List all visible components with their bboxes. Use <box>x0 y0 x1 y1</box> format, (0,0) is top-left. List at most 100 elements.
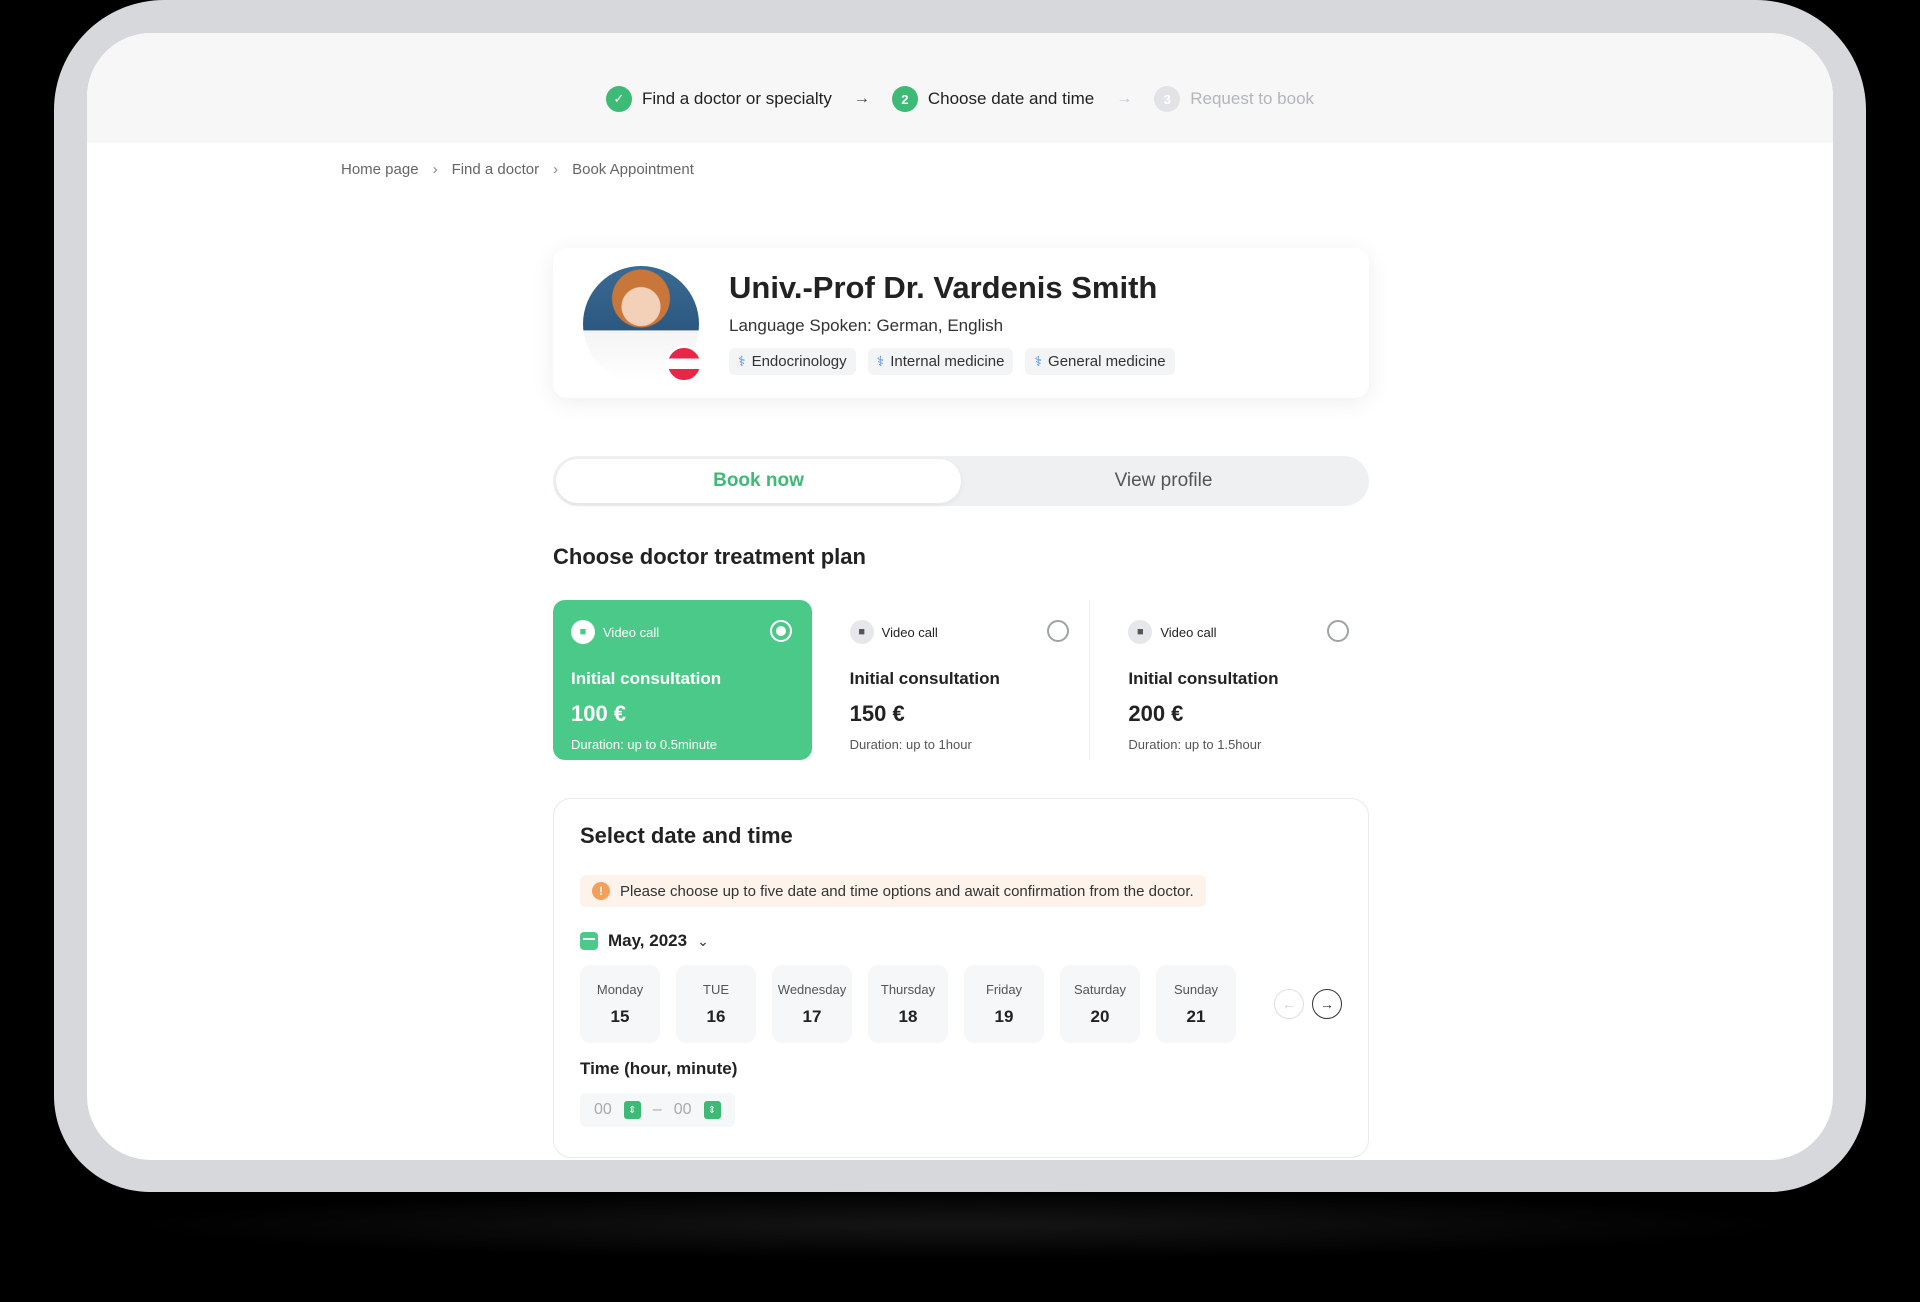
plan-type-label: Video call <box>1160 624 1217 640</box>
time-start-value[interactable]: 00 <box>594 1101 612 1119</box>
arrow-left-icon[interactable]: ← <box>1274 989 1304 1019</box>
arrow-right-icon[interactable]: → <box>1312 989 1342 1019</box>
day-label: Monday <box>596 981 644 997</box>
notice-text: Please choose up to five date and time o… <box>620 882 1194 900</box>
plan-name: Initial consultation <box>1128 669 1279 688</box>
step-number: 3 <box>1154 86 1181 112</box>
day-option-16[interactable]: TUE 16 <box>676 965 756 1043</box>
check-icon: ✓ <box>605 86 632 112</box>
plan-type: ■ Video call <box>571 620 794 644</box>
video-camera-icon: ■ <box>849 620 874 644</box>
month-label: May, 2023 <box>608 931 688 950</box>
plan-price: 200 € <box>1128 701 1184 726</box>
step-number: 2 <box>891 86 918 112</box>
day-number: 19 <box>994 1006 1014 1026</box>
step-label: Choose date and time <box>927 89 1095 108</box>
treatment-plan-title: Choose doctor treatment plan <box>553 544 866 569</box>
breadcrumb-current: Book Appointment <box>572 161 694 178</box>
day-option-20[interactable]: Saturday 20 <box>1060 965 1140 1043</box>
step-request-book[interactable]: 3 Request to book <box>1154 86 1314 112</box>
tag-label: Internal medicine <box>890 353 1005 370</box>
specialty-tags: ⚕ Endocrinology ⚕ Internal medicine ⚕ Ge… <box>729 348 1175 375</box>
plan-duration: Duration: up to 1hour <box>849 737 972 752</box>
month-selector[interactable]: May, 2023 ⌄ <box>580 931 1342 951</box>
doctor-name: Univ.-Prof Dr. Vardenis Smith <box>729 270 1158 305</box>
plan-type: ■ Video call <box>1128 620 1351 644</box>
stethoscope-icon: ⚕ <box>1034 353 1043 369</box>
tab-view-profile[interactable]: View profile <box>961 459 1366 503</box>
main-content: Univ.-Prof Dr. Vardenis Smith Language S… <box>553 248 1370 1158</box>
day-number: 20 <box>1090 1006 1110 1026</box>
week-navigation: ← → <box>1274 989 1342 1019</box>
time-separator: – <box>652 1101 662 1118</box>
specialty-tag: ⚕ Endocrinology <box>729 348 856 375</box>
plan-duration: Duration: up to 0.5minute <box>571 737 717 752</box>
arrow-right-icon: → <box>853 90 870 107</box>
stethoscope-icon: ⚕ <box>738 353 746 369</box>
app-screen: ✓ Find a doctor or specialty → 2 Choose … <box>87 33 1833 1160</box>
video-camera-icon: ■ <box>571 620 595 644</box>
plan-type: ■ Video call <box>849 620 1072 644</box>
chevron-right-icon: › <box>553 161 559 178</box>
day-option-19[interactable]: Friday 19 <box>964 965 1044 1043</box>
time-start-stepper-icon[interactable]: ⇕ <box>623 1101 641 1119</box>
datetime-title: Select date and time <box>580 823 793 848</box>
plan-name: Initial consultation <box>849 669 1000 688</box>
profile-tabs: Book now View profile <box>553 456 1369 506</box>
tag-label: General medicine <box>1048 353 1166 370</box>
day-number: 21 <box>1186 1006 1206 1026</box>
device-frame: ✓ Find a doctor or specialty → 2 Choose … <box>54 0 1866 1192</box>
day-number: 16 <box>706 1006 726 1026</box>
day-option-15[interactable]: Monday 15 <box>580 965 660 1043</box>
day-label: Wednesday <box>777 981 847 997</box>
day-label: Sunday <box>1173 981 1219 997</box>
plan-price: 100 € <box>571 701 627 726</box>
plan-card-100[interactable]: ■ Video call Initial consultation 100 € … <box>553 600 812 760</box>
breadcrumb: Home page › Find a doctor › Book Appoint… <box>341 161 694 178</box>
day-number: 18 <box>898 1006 918 1026</box>
time-range-input: 00 ⇕ – 00 ⇕ <box>580 1093 735 1127</box>
tab-book-now[interactable]: Book now <box>556 459 961 503</box>
day-label: Thursday <box>880 981 936 997</box>
arrow-right-icon: → <box>1116 90 1133 107</box>
day-option-18[interactable]: Thursday 18 <box>868 965 948 1043</box>
day-label: TUE <box>703 981 729 997</box>
doctor-card: Univ.-Prof Dr. Vardenis Smith Language S… <box>553 248 1369 398</box>
day-picker: Monday 15 TUE 16 Wednesday 17 Thursday 1… <box>580 965 1342 1043</box>
device-shadow <box>120 1190 1800 1260</box>
step-label: Request to book <box>1190 89 1315 108</box>
day-option-17[interactable]: Wednesday 17 <box>772 965 852 1043</box>
day-option-21[interactable]: Sunday 21 <box>1156 965 1236 1043</box>
datetime-card: Select date and time ! Please choose up … <box>553 798 1369 1158</box>
treatment-plans: ■ Video call Initial consultation 100 € … <box>553 600 1370 760</box>
plan-type-label: Video call <box>881 624 938 640</box>
doctor-languages: Language Spoken: German, English <box>729 316 1004 335</box>
step-choose-date[interactable]: 2 Choose date and time <box>891 86 1095 112</box>
day-label: Friday <box>985 981 1023 997</box>
plan-card-150[interactable]: ■ Video call Initial consultation 150 € … <box>831 600 1091 760</box>
time-end-value[interactable]: 00 <box>674 1101 692 1119</box>
calendar-icon <box>580 932 598 950</box>
chevron-right-icon: › <box>432 161 438 178</box>
tag-label: Endocrinology <box>751 353 847 370</box>
step-find-doctor[interactable]: ✓ Find a doctor or specialty <box>605 86 832 112</box>
breadcrumb-home[interactable]: Home page <box>341 161 419 178</box>
video-camera-icon: ■ <box>1128 620 1153 644</box>
plan-type-label: Video call <box>603 624 660 640</box>
breadcrumb-find-doctor[interactable]: Find a doctor <box>452 161 540 178</box>
time-end-stepper-icon[interactable]: ⇕ <box>703 1101 721 1119</box>
booking-notice: ! Please choose up to five date and time… <box>580 875 1206 907</box>
plan-card-200[interactable]: ■ Video call Initial consultation 200 € … <box>1110 600 1370 760</box>
specialty-tag: ⚕ Internal medicine <box>867 348 1014 375</box>
day-number: 15 <box>610 1006 630 1026</box>
day-number: 17 <box>802 1006 822 1026</box>
plan-price: 150 € <box>849 701 905 726</box>
plan-radio[interactable] <box>1327 620 1350 642</box>
stethoscope-icon: ⚕ <box>876 353 885 369</box>
plan-name: Initial consultation <box>571 669 722 688</box>
chevron-down-icon: ⌄ <box>697 932 709 949</box>
specialty-tag: ⚕ General medicine <box>1025 348 1175 375</box>
plan-duration: Duration: up to 1.5hour <box>1128 737 1262 752</box>
step-label: Find a doctor or specialty <box>641 89 832 108</box>
plan-radio-selected[interactable] <box>769 620 792 642</box>
